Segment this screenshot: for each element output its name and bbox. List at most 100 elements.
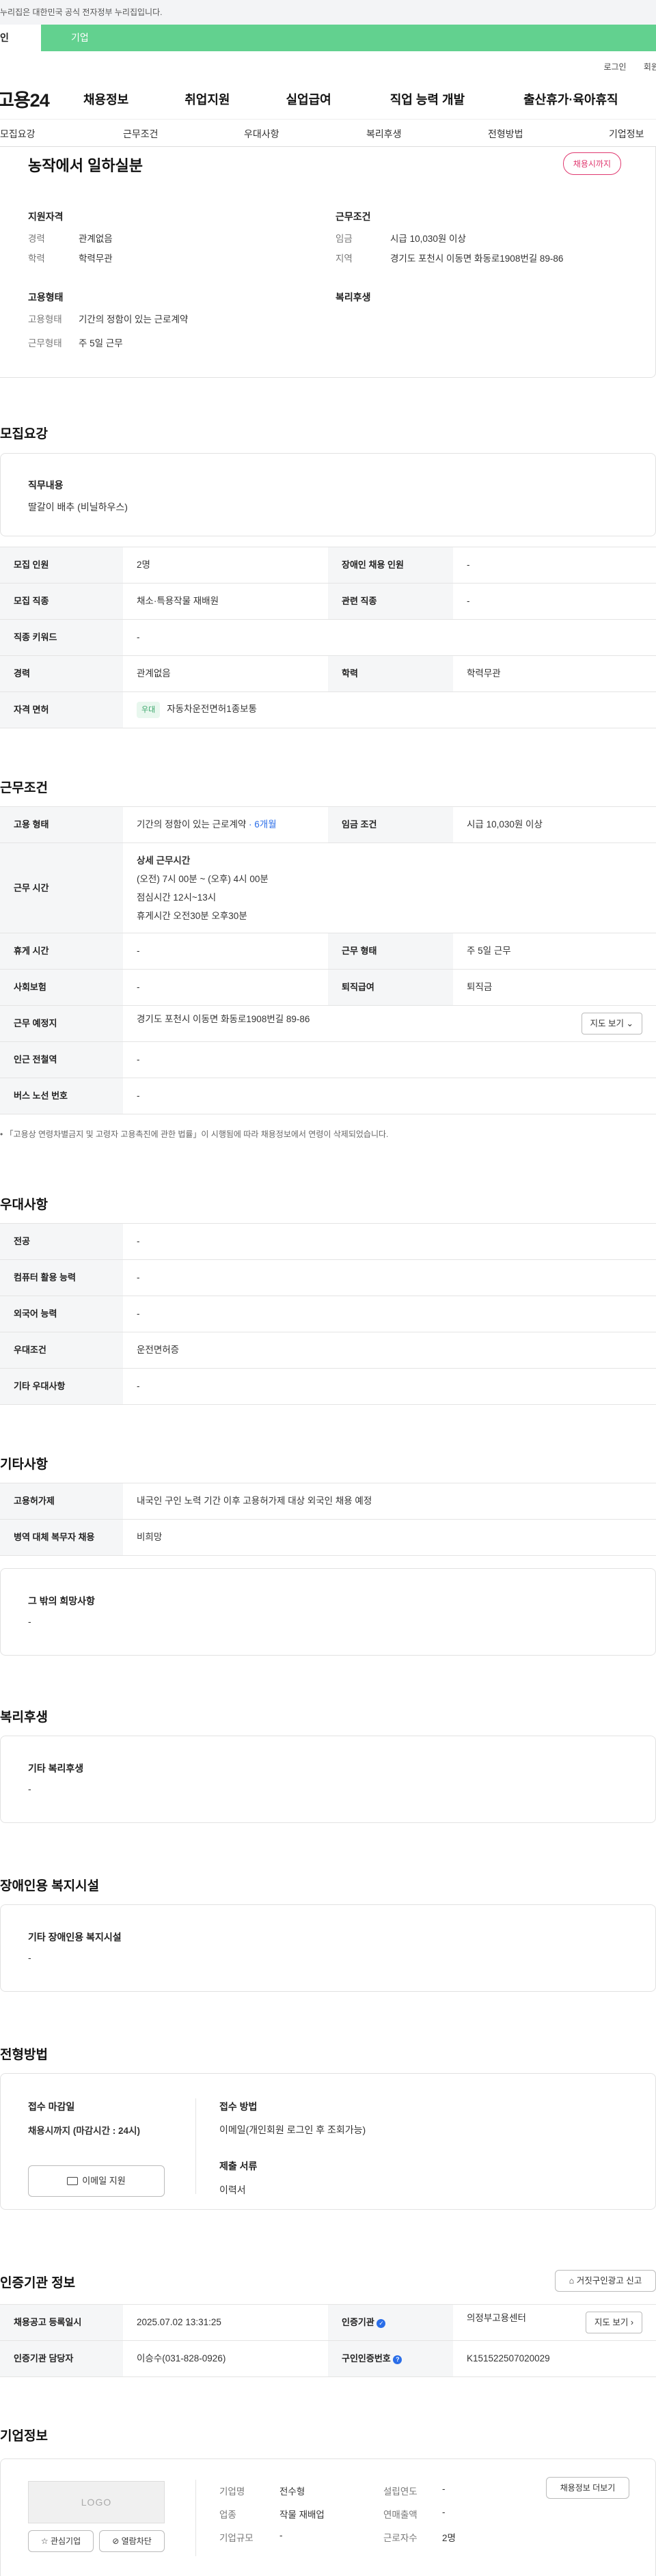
hours-line: 점심시간 12시~13시 [137,892,217,903]
employee-count-value: 2명 [442,2533,456,2543]
global-nav: 고용24 채용정보 취업지원 실업급여 직업 능력 개발 출산휴가·육아휴직 [0,79,656,120]
table-row: 직종 키워드 - [0,619,656,656]
selection-heading: 전형방법 [0,2048,48,2062]
cell-value: - [123,933,328,970]
nav-parental-leave[interactable]: 출산휴가·육아휴직 [523,90,618,108]
cell-label: 모집 직종 [0,583,123,620]
nav-employment-support[interactable]: 취업지원 [184,90,230,108]
favorite-company-button[interactable]: ☆ 관심기업 [28,2530,94,2552]
cell-value: 이승수(031-828-0926) [123,2340,328,2377]
qualification-block: 지원자격 경력 관계없음 학력 학력무관 [28,210,113,273]
cell-value: - [453,583,656,620]
cell-value: 기간의 정함이 있는 근로계약 · 6개월 [123,806,328,843]
block-view-label: 열람차단 [121,2536,152,2546]
cert-num-label-cell: 구인인증번호 ? [328,2340,453,2377]
table-row: 휴게 시간 - 근무 형태 주 5일 근무 [0,933,656,970]
map-view-label: 지도 보기 [590,1019,625,1028]
table-row: 우대조건 운전면허증 [0,1332,656,1369]
qual-value: 관계없음 [79,234,113,244]
etc-table: 고용허가제 내국인 구인 노력 기간 이후 고용허가제 대상 외국인 채용 예정 … [0,1483,656,1556]
company-size-label: 기업규모 [219,2533,254,2543]
welfare-summary-block: 복리후생 [336,290,371,314]
favorite-company-label: 관심기업 [50,2536,81,2546]
more-jobs-button[interactable]: 채용정보 더보기 [546,2477,629,2499]
cell-label: 경력 [0,655,123,692]
tab-individual[interactable]: 인 [0,25,41,51]
snb-conditions[interactable]: 근무조건 [123,127,159,141]
company-heading: 기업정보 [0,2429,48,2443]
cell-label: 임금 조건 [328,806,453,843]
cond-label: 임금 [336,234,353,244]
qual-value: 학력무관 [79,254,113,264]
emp-label: 근무형태 [28,338,62,348]
nav-training[interactable]: 직업 능력 개발 [390,90,465,108]
snb-welfare[interactable]: 복리후생 [366,127,402,141]
sales-value: - [442,2507,446,2517]
table-row: 기타 우대사항 - [0,1368,656,1405]
table-row: 병역 대체 복무자 채용 비희망 [0,1519,656,1556]
nav-jobs[interactable]: 채용정보 [83,90,128,108]
disability-label: 기타 장애인용 복지시설 [28,1932,122,1943]
section-nav: 모집요강 근무조건 우대사항 복리후생 전형방법 기업정보 [0,120,656,147]
sales-label: 연매출액 [383,2510,418,2520]
snb-selection[interactable]: 전형방법 [488,127,523,141]
emp-value: 기간의 정함이 있는 근로계약 [79,314,189,325]
table-row: 모집 직종 채소·특용작물 재배원 관련 직종 - [0,583,656,620]
industry-label: 업종 [219,2510,236,2520]
org-map-button[interactable]: 지도 보기 › [585,2312,642,2333]
table-row: 전공 - [0,1223,656,1260]
member-tabs: 인 기업 [0,25,656,51]
table-row: 컴퓨터 활용 능력 - [0,1259,656,1296]
table-row: 고용허가제 내국인 구인 노력 기간 이후 고용허가제 대상 외국인 채용 예정 [0,1483,656,1520]
license-cell: 우대 자동차운전면허1종보통 [123,691,656,728]
disability-card: 기타 장애인용 복지시설 - [0,1904,656,1992]
cell-value: - [123,969,328,1006]
star-icon: ☆ [40,2536,49,2546]
hours-cell: 상세 근무시간 (오전) 7시 00분 ~ (오후) 4시 00분 점심시간 1… [123,842,656,933]
cell-value: K151522507020029 [453,2340,656,2377]
table-row: 채용공고 등록일시 2025.07.02 13:31:25 인증기관 ✓ 의정부… [0,2304,656,2341]
signup-link[interactable]: 회원 [644,62,656,72]
employment-block: 고용형태 고용형태 기간의 정함이 있는 근로계약 근무형태 주 5일 근무 [28,290,188,357]
cell-label: 기타 우대사항 [0,1368,123,1405]
gov-banner-text: 누리집은 대한민국 공식 전자정부 누리집입니다. [0,8,163,17]
block-view-button[interactable]: ⊘ 열람차단 [99,2530,165,2552]
site-logo[interactable]: 고용24 [0,85,83,112]
founded-label: 설립연도 [383,2486,418,2497]
other-wishes-value: - [28,1616,31,1627]
cell-label: 퇴직급여 [328,969,453,1006]
cell-value: - [123,1259,656,1296]
license-value: 자동차운전면허1종보통 [167,704,257,714]
cell-label: 모집 인원 [0,547,123,584]
hours-line: 휴게시간 오전30분 오후30분 [137,910,247,921]
page: 누리집은 대한민국 공식 전자정부 누리집입니다. 인 기업 로그인 회원 고용… [0,0,656,2576]
email-apply-label: 이메일 지원 [82,2176,126,2186]
welfare-label: 기타 복리후생 [28,1763,84,1774]
question-icon[interactable]: ? [393,2355,402,2364]
cell-label: 병역 대체 복무자 채용 [0,1519,123,1556]
table-row: 근무 예정지 경기도 포천시 이동면 화동로1908번길 89-86 지도 보기… [0,1005,656,1042]
hours-line: (오전) 7시 00분 ~ (오후) 4시 00분 [137,873,269,884]
tab-company[interactable]: 기업 [41,25,656,51]
cell-label: 전공 [0,1223,123,1260]
table-row: 고용 형태 기간의 정함이 있는 근로계약 · 6개월 임금 조건 시급 10,… [0,806,656,843]
info-icon[interactable]: ✓ [377,2319,386,2328]
map-view-button[interactable]: 지도 보기 ⌄ [581,1013,642,1034]
preferred-badge: 우대 [137,702,161,718]
org-map-label: 지도 보기 [594,2318,629,2327]
snb-company[interactable]: 기업정보 [609,127,644,141]
job-title: 농작에서 일하실분 [28,157,144,174]
email-apply-button[interactable]: 이메일 지원 [28,2165,165,2197]
cell-value: 학력무관 [453,655,656,692]
nav-unemployment[interactable]: 실업급여 [286,90,331,108]
siren-icon: ⌂ [569,2276,575,2286]
snb-preference[interactable]: 우대사항 [244,127,279,141]
cell-value: 2025.07.02 13:31:25 [123,2304,328,2341]
login-link[interactable]: 로그인 [603,62,626,72]
false-ad-report-button[interactable]: ⌂ 거짓구인광고 신고 [555,2270,656,2292]
chevron-right-icon: › [630,2318,633,2327]
snb-recruit[interactable]: 모집요강 [0,127,36,141]
welfare-card: 기타 복리후생 - [0,1736,656,1823]
company-name-label: 기업명 [219,2486,245,2497]
cell-label: 사회보험 [0,969,123,1006]
